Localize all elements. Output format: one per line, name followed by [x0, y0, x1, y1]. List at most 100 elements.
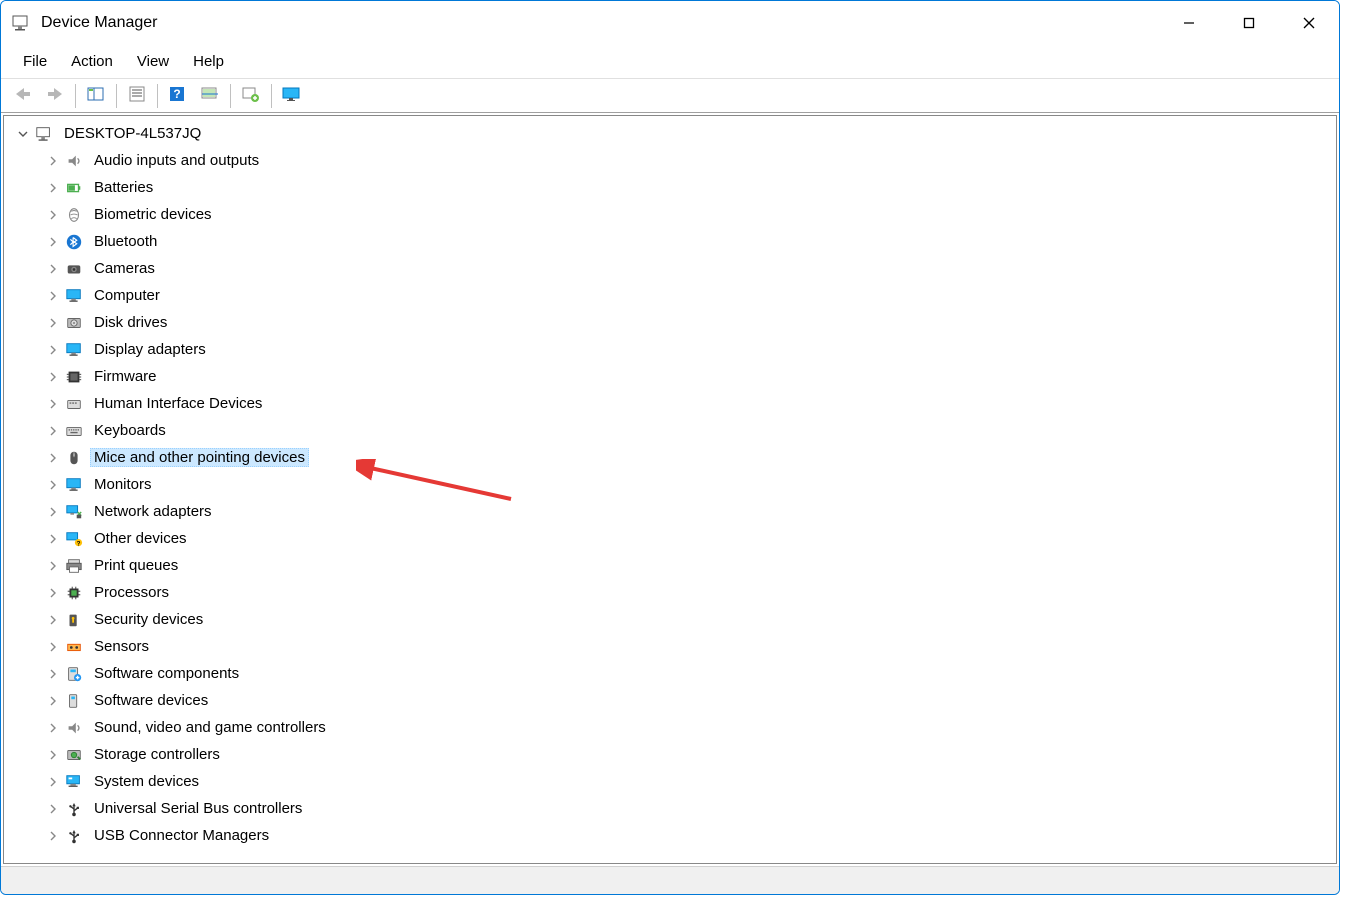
close-button[interactable]	[1279, 4, 1339, 42]
minimize-button[interactable]	[1159, 4, 1219, 42]
category-label[interactable]: USB Connector Managers	[90, 826, 273, 845]
menu-view[interactable]: View	[125, 49, 181, 74]
category-biometric[interactable]: Biometric devices	[46, 201, 1336, 228]
category-sensor[interactable]: Sensors	[46, 633, 1336, 660]
chevron-right-icon[interactable]	[46, 235, 60, 249]
chevron-right-icon[interactable]	[46, 586, 60, 600]
device-tree[interactable]: DESKTOP-4L537JQ Audio inputs and outputs…	[3, 115, 1337, 864]
category-security[interactable]: Security devices	[46, 606, 1336, 633]
category-label[interactable]: Other devices	[90, 529, 191, 548]
chevron-right-icon[interactable]	[46, 640, 60, 654]
chevron-right-icon[interactable]	[46, 802, 60, 816]
menu-action[interactable]: Action	[59, 49, 125, 74]
category-label[interactable]: Storage controllers	[90, 745, 224, 764]
menu-help[interactable]: Help	[181, 49, 236, 74]
category-label[interactable]: Processors	[90, 583, 173, 602]
category-label[interactable]: Bluetooth	[90, 232, 161, 251]
show-hidden-button[interactable]	[80, 82, 112, 110]
chevron-right-icon[interactable]	[46, 424, 60, 438]
category-mouse[interactable]: Mice and other pointing devices	[46, 444, 1336, 471]
chevron-right-icon[interactable]	[46, 478, 60, 492]
category-processor[interactable]: Processors	[46, 579, 1336, 606]
chevron-right-icon[interactable]	[46, 154, 60, 168]
category-label[interactable]: Computer	[90, 286, 164, 305]
chevron-right-icon[interactable]	[46, 748, 60, 762]
category-label[interactable]: Sound, video and game controllers	[90, 718, 330, 737]
category-display[interactable]: Display adapters	[46, 336, 1336, 363]
category-label[interactable]: Keyboards	[90, 421, 170, 440]
category-label[interactable]: Mice and other pointing devices	[90, 448, 309, 467]
category-camera[interactable]: Cameras	[46, 255, 1336, 282]
category-label[interactable]: Print queues	[90, 556, 182, 575]
category-firmware[interactable]: Firmware	[46, 363, 1336, 390]
category-keyboard[interactable]: Keyboards	[46, 417, 1336, 444]
category-other[interactable]: ?Other devices	[46, 525, 1336, 552]
back-button[interactable]	[7, 82, 39, 110]
category-label[interactable]: Network adapters	[90, 502, 216, 521]
properties-button[interactable]	[121, 82, 153, 110]
category-audio[interactable]: Audio inputs and outputs	[46, 147, 1336, 174]
category-computer[interactable]: Computer	[46, 282, 1336, 309]
chevron-right-icon[interactable]	[46, 505, 60, 519]
tree-root-node[interactable]: DESKTOP-4L537JQ	[16, 120, 1336, 147]
category-hid[interactable]: Human Interface Devices	[46, 390, 1336, 417]
maximize-button[interactable]	[1219, 4, 1279, 42]
scan-hardware-button[interactable]	[194, 82, 226, 110]
help-button[interactable]: ?	[162, 82, 194, 110]
category-label[interactable]: Display adapters	[90, 340, 210, 359]
category-usb[interactable]: Universal Serial Bus controllers	[46, 795, 1336, 822]
category-storage[interactable]: Storage controllers	[46, 741, 1336, 768]
category-label[interactable]: Software devices	[90, 691, 212, 710]
root-label[interactable]: DESKTOP-4L537JQ	[60, 124, 205, 143]
chevron-right-icon[interactable]	[46, 397, 60, 411]
chevron-right-icon[interactable]	[46, 208, 60, 222]
category-label[interactable]: System devices	[90, 772, 203, 791]
keyboard-icon	[64, 421, 84, 441]
audio-icon	[64, 151, 84, 171]
category-network[interactable]: Network adapters	[46, 498, 1336, 525]
chevron-right-icon[interactable]	[46, 775, 60, 789]
sensor-icon	[64, 637, 84, 657]
category-label[interactable]: Batteries	[90, 178, 157, 197]
chevron-down-icon[interactable]	[16, 127, 30, 141]
chevron-right-icon[interactable]	[46, 829, 60, 843]
chevron-right-icon[interactable]	[46, 721, 60, 735]
category-label[interactable]: Human Interface Devices	[90, 394, 266, 413]
category-label[interactable]: Software components	[90, 664, 243, 683]
chevron-right-icon[interactable]	[46, 667, 60, 681]
chevron-right-icon[interactable]	[46, 613, 60, 627]
chevron-right-icon[interactable]	[46, 181, 60, 195]
category-label[interactable]: Audio inputs and outputs	[90, 151, 263, 170]
chevron-right-icon[interactable]	[46, 262, 60, 276]
category-label[interactable]: Universal Serial Bus controllers	[90, 799, 306, 818]
chevron-right-icon[interactable]	[46, 559, 60, 573]
chevron-right-icon[interactable]	[46, 316, 60, 330]
chevron-right-icon[interactable]	[46, 694, 60, 708]
chevron-right-icon[interactable]	[46, 451, 60, 465]
category-label[interactable]: Sensors	[90, 637, 153, 656]
category-label[interactable]: Biometric devices	[90, 205, 216, 224]
category-battery[interactable]: Batteries	[46, 174, 1336, 201]
category-usb-connector[interactable]: USB Connector Managers	[46, 822, 1336, 849]
category-label[interactable]: Disk drives	[90, 313, 171, 332]
monitor-button[interactable]	[276, 82, 308, 110]
category-monitor[interactable]: Monitors	[46, 471, 1336, 498]
category-printer[interactable]: Print queues	[46, 552, 1336, 579]
category-label[interactable]: Security devices	[90, 610, 207, 629]
chevron-right-icon[interactable]	[46, 532, 60, 546]
category-system[interactable]: System devices	[46, 768, 1336, 795]
category-software-comp[interactable]: Software components	[46, 660, 1336, 687]
chevron-right-icon[interactable]	[46, 343, 60, 357]
category-sound[interactable]: Sound, video and game controllers	[46, 714, 1336, 741]
add-legacy-button[interactable]	[235, 82, 267, 110]
category-disk[interactable]: Disk drives	[46, 309, 1336, 336]
chevron-right-icon[interactable]	[46, 289, 60, 303]
category-software-dev[interactable]: Software devices	[46, 687, 1336, 714]
category-label[interactable]: Cameras	[90, 259, 159, 278]
menu-file[interactable]: File	[11, 49, 59, 74]
category-label[interactable]: Firmware	[90, 367, 161, 386]
category-label[interactable]: Monitors	[90, 475, 156, 494]
forward-button[interactable]	[39, 82, 71, 110]
chevron-right-icon[interactable]	[46, 370, 60, 384]
category-bluetooth[interactable]: Bluetooth	[46, 228, 1336, 255]
